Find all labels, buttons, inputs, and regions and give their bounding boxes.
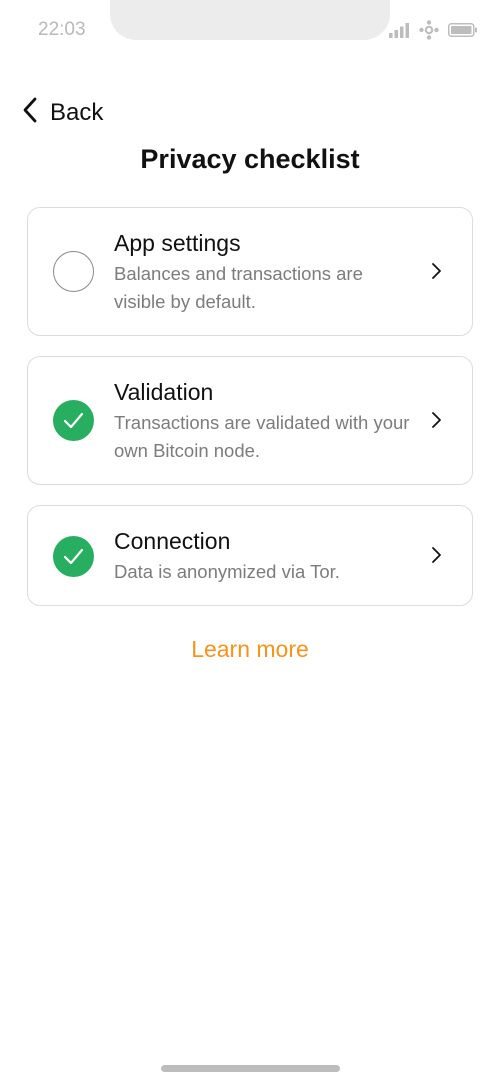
signal-bars-icon — [388, 22, 410, 38]
status-circle-icon — [53, 251, 94, 292]
battery-icon — [448, 23, 478, 37]
checkmark-icon — [53, 400, 94, 441]
back-button[interactable]: Back — [22, 96, 103, 129]
chevron-right-icon — [431, 262, 442, 285]
learn-more-link[interactable]: Learn more — [0, 636, 500, 663]
checklist-item-description: Data is anonymized via Tor. — [114, 561, 340, 582]
back-label: Back — [50, 98, 104, 126]
status-time: 22:03 — [38, 19, 86, 40]
checkmark-icon — [53, 536, 94, 577]
checklist-item-description: Balances and transactions are visible by… — [114, 263, 363, 312]
chevron-right-icon — [431, 546, 442, 569]
network-icon — [419, 20, 439, 40]
checklist-item-title: Connection — [114, 528, 231, 554]
page-title: Privacy checklist — [140, 144, 360, 174]
checklist-item-app-settings[interactable]: App settings Balances and transactions a… — [27, 207, 473, 336]
device-notch — [110, 0, 390, 40]
status-icons — [388, 20, 478, 40]
checklist-item-title: Validation — [114, 379, 214, 405]
chevron-right-icon — [431, 411, 442, 434]
checklist-item-description: Transactions are validated with your own… — [114, 412, 410, 461]
home-indicator[interactable] — [161, 1065, 340, 1072]
checklist-item-title: App settings — [114, 230, 241, 256]
chevron-left-icon — [22, 96, 38, 129]
checklist-item-connection[interactable]: Connection Data is anonymized via Tor. — [27, 505, 473, 606]
checklist-item-validation[interactable]: Validation Transactions are validated wi… — [27, 356, 473, 485]
